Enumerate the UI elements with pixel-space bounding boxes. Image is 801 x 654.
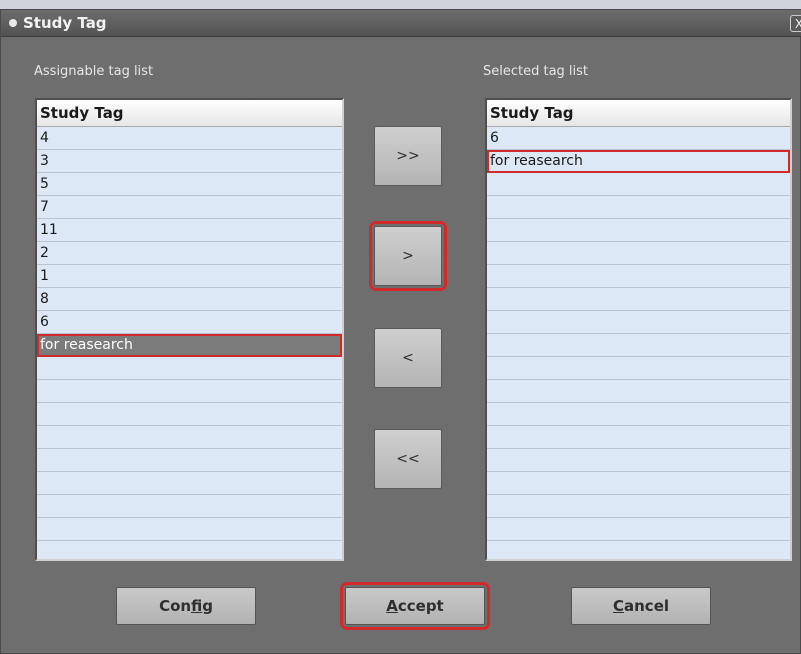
add-button[interactable]: > bbox=[369, 221, 447, 291]
selected-empty-row bbox=[487, 357, 790, 380]
assignable-list-rows: 4 3 5 7 11 2 1 8 6 for reasearch bbox=[37, 127, 342, 541]
assignable-list-item[interactable]: 1 bbox=[37, 265, 342, 288]
close-button[interactable]: X bbox=[790, 15, 801, 32]
assignable-empty-row bbox=[37, 357, 342, 380]
selected-empty-row bbox=[487, 173, 790, 196]
assignable-empty-row bbox=[37, 380, 342, 403]
selected-empty-row bbox=[487, 242, 790, 265]
selected-empty-row bbox=[487, 196, 790, 219]
title-bar: Study Tag X bbox=[1, 10, 801, 37]
background-window-strip bbox=[0, 0, 801, 9]
selected-empty-row bbox=[487, 518, 790, 541]
assignable-empty-row bbox=[37, 426, 342, 449]
config-button[interactable]: Config bbox=[116, 587, 256, 625]
selected-empty-row bbox=[487, 288, 790, 311]
assignable-empty-row bbox=[37, 472, 342, 495]
selected-empty-row bbox=[487, 403, 790, 426]
assignable-list-item[interactable]: 6 bbox=[37, 311, 342, 334]
cancel-button-mnemonic: C bbox=[612, 597, 624, 615]
assignable-empty-row bbox=[37, 403, 342, 426]
dialog-title: Study Tag bbox=[23, 14, 107, 32]
window-icon bbox=[9, 19, 17, 27]
assignable-list-item[interactable]: 7 bbox=[37, 196, 342, 219]
selected-tag-list[interactable]: Study Tag 6 for reasearch bbox=[485, 98, 792, 561]
selected-empty-row bbox=[487, 495, 790, 518]
selected-list-header[interactable]: Study Tag bbox=[487, 100, 790, 127]
assignable-tag-list[interactable]: Study Tag 4 3 5 7 11 2 1 8 6 for reasearch bbox=[35, 98, 344, 561]
remove-button[interactable]: < bbox=[374, 328, 442, 388]
selected-empty-row bbox=[487, 472, 790, 495]
accept-button[interactable]: Accept bbox=[340, 582, 490, 630]
assignable-empty-row bbox=[37, 495, 342, 518]
assignable-list-label: Assignable tag list bbox=[34, 64, 154, 79]
cancel-button[interactable]: Cancel bbox=[571, 587, 711, 625]
remove-all-button[interactable]: << bbox=[374, 429, 442, 489]
selected-empty-row bbox=[487, 219, 790, 242]
assignable-list-item[interactable]: 3 bbox=[37, 150, 342, 173]
assignable-list-item[interactable]: 11 bbox=[37, 219, 342, 242]
selected-empty-row bbox=[487, 334, 790, 357]
assignable-empty-row bbox=[37, 518, 342, 541]
assignable-list-header[interactable]: Study Tag bbox=[37, 100, 342, 127]
selected-empty-row bbox=[487, 426, 790, 449]
selected-empty-row bbox=[487, 265, 790, 288]
assignable-list-item[interactable]: 8 bbox=[37, 288, 342, 311]
selected-list-item[interactable]: 6 bbox=[487, 127, 790, 150]
add-all-button[interactable]: >> bbox=[374, 126, 442, 186]
assignable-list-item[interactable]: 4 bbox=[37, 127, 342, 150]
selected-empty-row bbox=[487, 311, 790, 334]
assignable-empty-row bbox=[37, 449, 342, 472]
selected-list-rows: 6 for reasearch bbox=[487, 127, 790, 541]
selected-list-label: Selected tag list bbox=[483, 64, 589, 79]
assignable-list-item[interactable]: 2 bbox=[37, 242, 342, 265]
study-tag-dialog: Study Tag X Assignable tag list Selected… bbox=[0, 9, 801, 654]
selected-list-item[interactable]: for reasearch bbox=[487, 150, 790, 173]
selected-empty-row bbox=[487, 380, 790, 403]
config-button-mnemonic: f bbox=[191, 597, 203, 615]
accept-button-mnemonic: A bbox=[386, 597, 398, 615]
selected-empty-row bbox=[487, 449, 790, 472]
assignable-list-item[interactable]: for reasearch bbox=[37, 334, 342, 357]
assignable-list-item[interactable]: 5 bbox=[37, 173, 342, 196]
